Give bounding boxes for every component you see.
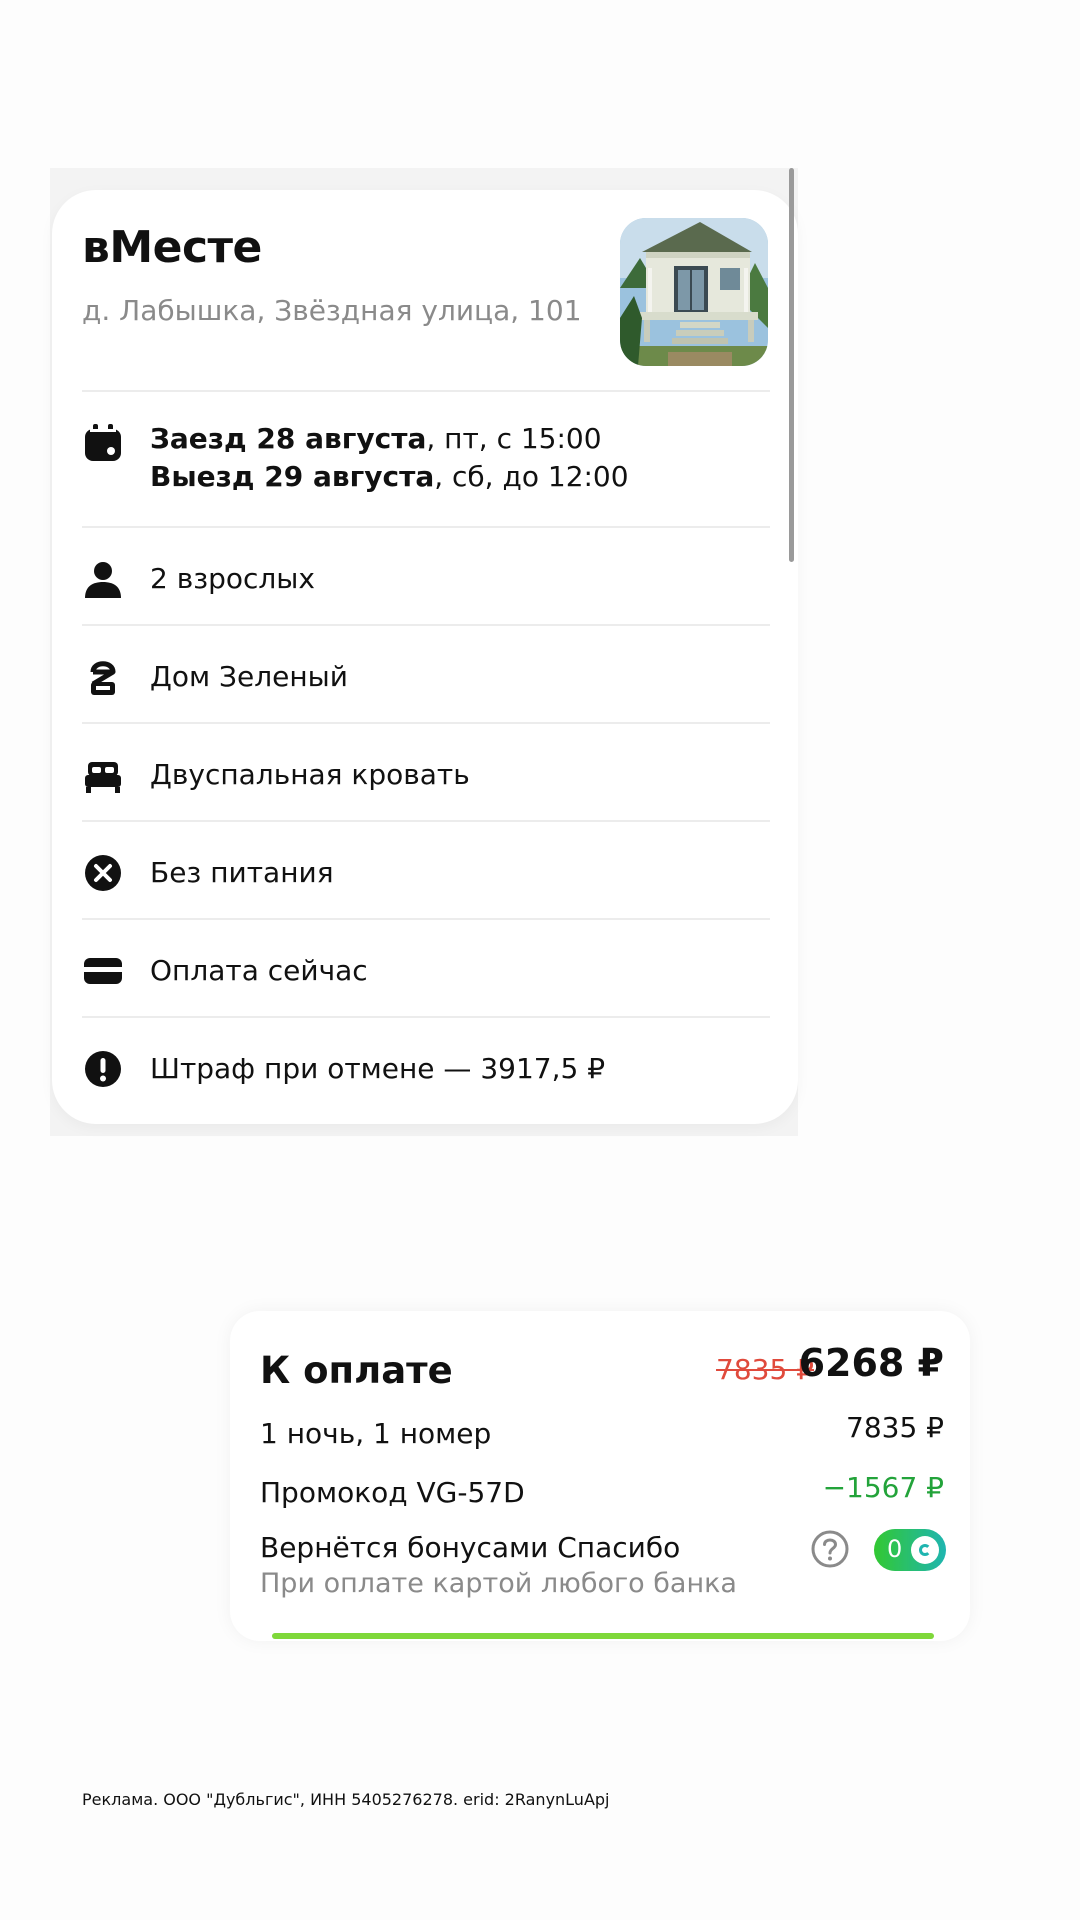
card-icon (84, 952, 122, 990)
guests-row[interactable]: 2 взрослых (82, 526, 770, 626)
bed-icon (84, 756, 122, 794)
bonus-sub: При оплате картой любого банка (260, 1568, 737, 1599)
warning-icon (84, 1050, 122, 1088)
hotel-name[interactable]: вМесте (82, 222, 262, 273)
cancellation-row[interactable]: Штраф при отмене — 3917,5 ₽ (82, 1016, 770, 1116)
checkin-time: , пт, с 15:00 (426, 422, 602, 455)
sber-spasibo-icon (911, 1536, 939, 1564)
room-icon (84, 658, 122, 696)
cancellation-label: Штраф при отмене — 3917,5 ₽ (150, 1052, 606, 1085)
payment-progress-bar (272, 1633, 934, 1639)
guests-label: 2 взрослых (150, 562, 315, 595)
payment-progress-fill (272, 1633, 934, 1639)
booking-panel: вМесте д. Лабышка, Звёздная улица, 101 З… (50, 168, 798, 1136)
bonus-count: 0 (887, 1535, 903, 1563)
house-photo-icon (620, 218, 768, 366)
room-label: Дом Зеленый (150, 660, 348, 693)
question-icon[interactable] (810, 1529, 850, 1569)
payment-method-row[interactable]: Оплата сейчас (82, 918, 770, 1018)
new-price: 6268 ₽ (798, 1341, 944, 1385)
bed-row[interactable]: Двуспальная кровать (82, 722, 770, 822)
payment-method-label: Оплата сейчас (150, 954, 368, 987)
no-meal-icon (84, 854, 122, 892)
nights-value: 7835 ₽ (846, 1411, 944, 1444)
nights-label: 1 ночь, 1 номер (260, 1417, 492, 1450)
dates-row[interactable]: Заезд 28 августа, пт, с 15:00 Выезд 29 а… (82, 390, 770, 528)
bonus-toggle[interactable]: 0 (874, 1529, 946, 1571)
meal-label: Без питания (150, 856, 334, 889)
room-row[interactable]: Дом Зеленый (82, 624, 770, 724)
person-icon (84, 560, 122, 598)
hotel-photo[interactable] (620, 218, 768, 366)
promo-value: −1567 ₽ (822, 1471, 944, 1504)
promo-label: Промокод VG-57D (260, 1476, 525, 1509)
checkout-date: Выезд 29 августа (150, 460, 435, 493)
calendar-icon (84, 424, 122, 462)
ad-disclaimer: Реклама. ООО "Дубльгис", ИНН 5405276278.… (82, 1790, 610, 1809)
hotel-address: д. Лабышка, Звёздная улица, 101 (82, 294, 582, 327)
bed-label: Двуспальная кровать (150, 758, 470, 791)
payment-title: К оплате (260, 1349, 453, 1392)
scrollbar[interactable] (789, 168, 794, 562)
checkout-time: , сб, до 12:00 (434, 460, 629, 493)
payment-summary-card: К оплате 7835 ₽ 6268 ₽ 1 ночь, 1 номер 7… (230, 1311, 970, 1641)
bonus-label: Вернётся бонусами Спасибо (260, 1531, 681, 1564)
checkin-date: Заезд 28 августа (150, 422, 427, 455)
booking-card: вМесте д. Лабышка, Звёздная улица, 101 З… (52, 190, 798, 1124)
meal-row[interactable]: Без питания (82, 820, 770, 920)
